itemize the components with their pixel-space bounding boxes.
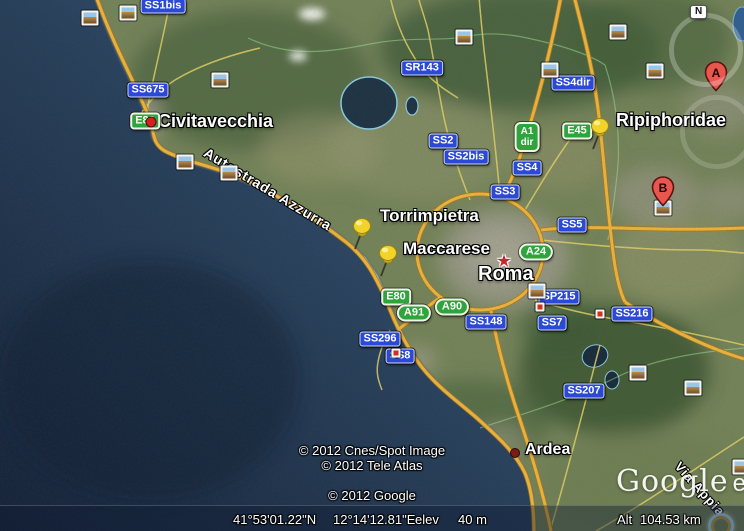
copyright-tele-atlas: © 2012 Tele Atlas bbox=[222, 458, 522, 473]
route-badge-a91[interactable]: A91 bbox=[397, 305, 431, 322]
status-elev-label: elev bbox=[415, 512, 439, 527]
poi-icon-inner bbox=[598, 312, 603, 317]
road-badge-ss148[interactable]: SS148 bbox=[465, 315, 506, 330]
poi-icon[interactable] bbox=[392, 349, 401, 358]
photo-icon[interactable] bbox=[120, 6, 137, 21]
place-label-torrimpietra[interactable]: Torrimpietra bbox=[380, 207, 479, 224]
red-star-marker: ★ bbox=[496, 253, 511, 270]
road-badge-ss4dir[interactable]: SS4dir bbox=[552, 76, 595, 91]
route-badge-a24[interactable]: A24 bbox=[519, 244, 553, 261]
place-label-civitavecchia[interactable]: Civitavecchia bbox=[158, 112, 273, 130]
road-badge-ss207[interactable]: SS207 bbox=[563, 384, 604, 399]
route-badge-a90[interactable]: A90 bbox=[435, 299, 469, 316]
place-label-maccarese[interactable]: Maccarese bbox=[403, 240, 490, 257]
photo-icon[interactable] bbox=[212, 73, 229, 88]
photo-icon[interactable] bbox=[456, 30, 473, 45]
status-alt-label: Alt bbox=[617, 512, 632, 527]
road-badge-ss5[interactable]: SS5 bbox=[558, 218, 587, 233]
copyright-imagery: © 2012 Cnes/Spot Image bbox=[222, 443, 522, 458]
road-badge-ss2bis[interactable]: SS2bis bbox=[444, 150, 489, 165]
status-latitude: 41°53'01.22"N bbox=[233, 512, 316, 527]
photo-icon[interactable] bbox=[529, 284, 546, 299]
road-badge-ss2[interactable]: SS2 bbox=[429, 134, 458, 149]
route-badge-line1: A1 bbox=[521, 126, 534, 137]
road-badge-ss675[interactable]: SS675 bbox=[127, 83, 168, 98]
route-badge-e80[interactable]: E80 bbox=[381, 289, 411, 306]
poi-icon-inner bbox=[394, 351, 399, 356]
pushpin-maccarese[interactable] bbox=[373, 244, 403, 283]
photo-icon[interactable] bbox=[177, 155, 194, 170]
status-alt-value: 104.53 km bbox=[640, 512, 701, 527]
compass-north-label: N bbox=[695, 6, 702, 17]
place-label-ardea[interactable]: Ardea bbox=[525, 442, 570, 458]
compass-north-button[interactable]: N bbox=[690, 5, 707, 19]
copyright-google: © 2012 Google bbox=[222, 488, 522, 503]
status-bar: 41°53'01.22"N 12°14'12.81"E elev 40 m Al… bbox=[0, 505, 744, 531]
road-badge-ss4[interactable]: SS4 bbox=[513, 161, 542, 176]
google-earth-watermark: Google earth bbox=[616, 464, 744, 499]
road-badge-ss1bis[interactable]: SS1bis bbox=[141, 0, 186, 14]
photo-icon[interactable] bbox=[82, 11, 99, 26]
marker-b-pin[interactable]: B bbox=[650, 175, 676, 212]
move-joystick-ring[interactable] bbox=[680, 95, 744, 169]
photo-icon[interactable] bbox=[630, 366, 647, 381]
road-badge-ss3[interactable]: SS3 bbox=[491, 185, 520, 200]
photo-icon[interactable] bbox=[610, 25, 627, 40]
svg-text:B: B bbox=[659, 181, 668, 195]
photo-icon[interactable] bbox=[221, 166, 238, 181]
poi-icon[interactable] bbox=[536, 303, 545, 312]
earth-logo: earth bbox=[733, 470, 744, 497]
photo-icon[interactable] bbox=[542, 63, 559, 78]
poi-icon-inner bbox=[538, 305, 543, 310]
photo-icon[interactable] bbox=[685, 381, 702, 396]
road-badge-sr143[interactable]: SR143 bbox=[401, 61, 443, 76]
poi-icon[interactable] bbox=[596, 310, 605, 319]
status-elev-value: 40 m bbox=[458, 512, 487, 527]
navigation-ring[interactable] bbox=[669, 13, 743, 87]
red-dot-marker bbox=[146, 117, 157, 128]
road-badge-ss216[interactable]: SS216 bbox=[611, 307, 652, 322]
route-badge-line2: dir bbox=[521, 137, 534, 148]
road-badge-ss296[interactable]: SS296 bbox=[359, 332, 400, 347]
google-logo: Google bbox=[616, 464, 729, 499]
photo-icon[interactable] bbox=[647, 64, 664, 79]
pushpin-ripiphoridae[interactable] bbox=[585, 117, 615, 156]
route-badge-a1dir[interactable]: A1dir bbox=[515, 122, 540, 152]
google-earth-map-view[interactable]: CivitavecchiaTorrimpietraMaccareseRomaAr… bbox=[0, 0, 744, 531]
status-longitude: 12°14'12.81"E bbox=[333, 512, 415, 527]
road-badge-ss7[interactable]: SS7 bbox=[538, 316, 567, 331]
